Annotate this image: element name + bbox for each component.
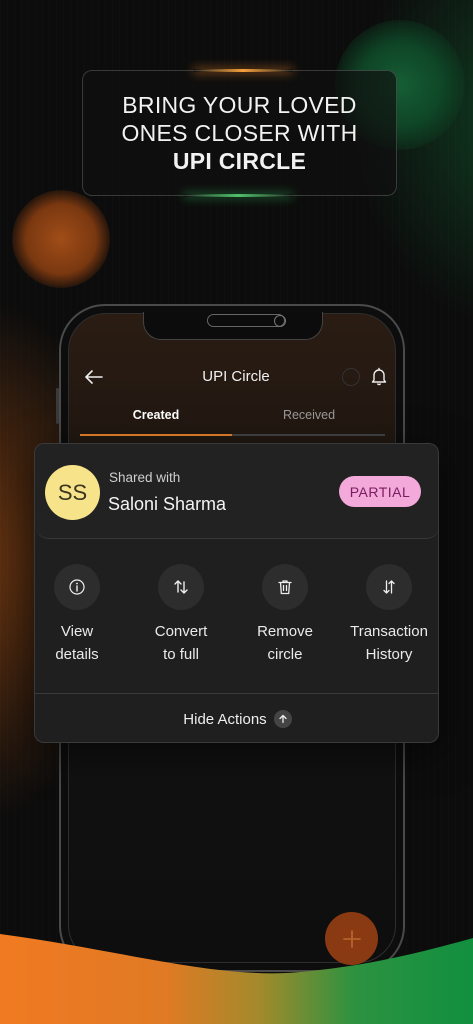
convert-to-full-action[interactable]: Convert to full xyxy=(129,564,233,666)
help-icon[interactable] xyxy=(342,368,360,386)
remove-circle-label: Remove circle xyxy=(257,623,313,663)
tab-created[interactable]: Created xyxy=(80,408,232,422)
arrow-up-icon xyxy=(273,710,292,728)
status-badge: PARTIAL xyxy=(339,476,421,507)
headline-line-3: UPI CIRCLE xyxy=(172,148,307,174)
avatar: SS xyxy=(45,465,100,520)
tab-underline xyxy=(80,434,385,436)
shared-member-row[interactable]: SS Shared with Saloni Sharma PARTIAL xyxy=(35,444,438,539)
hide-actions-button[interactable]: Hide Actions xyxy=(35,706,438,732)
view-details-action[interactable]: View details xyxy=(35,564,129,666)
trash-icon xyxy=(262,564,308,610)
tricolor-wave-decoration xyxy=(0,934,473,1024)
orange-orb-decoration xyxy=(12,190,110,288)
transaction-history-label: Transaction History xyxy=(350,623,428,663)
hide-actions-label: Hide Actions xyxy=(183,710,267,728)
member-name: Saloni Sharma xyxy=(108,494,227,514)
active-tab-indicator xyxy=(80,434,232,436)
tab-received[interactable]: Received xyxy=(233,408,385,422)
tab-bar: Created Received xyxy=(80,404,385,438)
headline-line-2: ONES CLOSER WITH xyxy=(121,120,358,146)
convert-to-full-label: Convert to full xyxy=(154,623,208,663)
green-glow-accent xyxy=(183,194,293,197)
view-details-label: View details xyxy=(55,623,99,663)
swap-arrows-icon xyxy=(158,564,204,610)
orange-glow-accent xyxy=(193,69,293,72)
phone-side-button xyxy=(56,388,59,424)
circle-member-card: SS Shared with Saloni Sharma PARTIAL Vie… xyxy=(34,443,439,743)
bell-icon[interactable] xyxy=(370,366,388,386)
actions-grid: View details Convert to full Remove circ… xyxy=(35,564,438,674)
phone-camera xyxy=(274,315,286,327)
remove-circle-action[interactable]: Remove circle xyxy=(233,564,337,666)
info-icon xyxy=(54,564,100,610)
transaction-history-action[interactable]: Transaction History xyxy=(337,564,438,666)
shared-with-label: Shared with xyxy=(109,470,181,485)
divider xyxy=(35,693,438,694)
headline-line-1: BRING YOUR LOVED xyxy=(122,92,357,118)
history-arrows-icon xyxy=(366,564,412,610)
headline-card: BRING YOUR LOVED ONES CLOSER WITH UPI CI… xyxy=(82,69,397,197)
app-header: UPI Circle xyxy=(80,362,392,392)
